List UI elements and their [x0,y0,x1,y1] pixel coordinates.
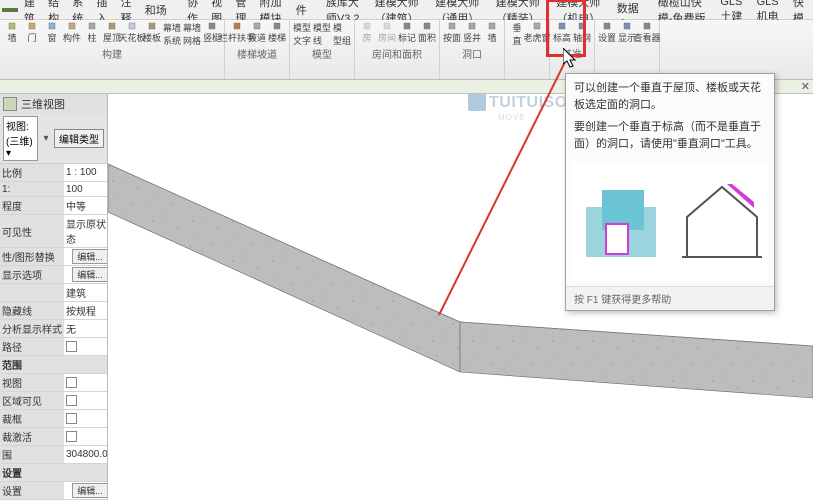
prop-value[interactable]: 显示原状态 [64,215,108,248]
prop-key: 路径 [0,338,64,356]
view-type-label: 三维视图 [21,96,65,112]
prop-value[interactable] [64,374,108,392]
grid-icon[interactable]: 轴网 [573,22,591,44]
door-icon[interactable]: 门 [23,22,41,44]
by-face-icon[interactable]: 按面 [443,22,461,44]
room-icon[interactable]: 房 [358,22,376,44]
prop-value[interactable]: 无 [64,320,108,338]
tooltip: 可以创建一个垂直于屋顶、楼板或天花板选定面的洞口。 要创建一个垂直于标高（而不是… [565,73,775,311]
prop-value[interactable]: 中等 [64,197,108,215]
tooltip-text: 可以创建一个垂直于屋顶、楼板或天花板选定面的洞口。 要创建一个垂直于标高（而不是… [566,74,774,158]
prop-value[interactable]: 100 [64,182,108,197]
properties-table: 比例1 : 1001:100程度中等可见性显示原状态性/图形替换编辑...显示选… [0,164,108,500]
model-text-icon[interactable]: 模型文字 [293,22,311,44]
prop-value[interactable]: 编辑... [64,266,108,284]
prop-value[interactable]: 304800.0 [64,446,108,464]
prop-key [0,284,64,302]
prop-key: 性/图形替换 [0,248,64,266]
wall-opening-icon[interactable]: 墙 [483,22,501,44]
prop-key: 隐藏线 [0,302,64,320]
tooltip-footer: 按 F1 键获得更多帮助 [566,286,774,310]
edit-button[interactable]: 编辑... [72,267,108,282]
dormer-icon[interactable]: 老虎窗 [528,22,546,44]
prop-value[interactable]: 建筑 [64,284,108,302]
prop-key: 可见性 [0,215,64,248]
model-group-icon[interactable]: 模型组 [333,22,351,44]
shaft-icon[interactable]: 竖井 [463,22,481,44]
dropdown-icon[interactable]: ▾ [40,133,52,144]
file-menu[interactable] [2,8,18,12]
window-icon[interactable]: 窗 [43,22,61,44]
prop-key: 区域可见 [0,392,64,410]
prop-value[interactable] [64,392,108,410]
prop-key: 裁激活 [0,428,64,446]
column-icon[interactable]: 柱 [83,22,101,44]
prop-key: 显示选项 [0,266,64,284]
ribbon-panel-label: 模型 [312,46,332,61]
prop-key: 程度 [0,197,64,215]
prop-key: 分析显示样式 [0,320,64,338]
prop-key: 裁框 [0,410,64,428]
type-dropdown[interactable]: 视图: (三维) ▾ [3,116,38,161]
prop-key: 视图 [0,374,64,392]
prop-value[interactable]: 按规程 [64,302,108,320]
prop-value[interactable] [64,428,108,446]
ramp-icon[interactable]: 坡道 [248,22,266,44]
menu-bar: 建筑 结构 系统 插入 注释 体量和场地 协作 视图 管理 附加模块 构件坞 族… [0,0,813,20]
component-icon[interactable]: 构件 [63,22,81,44]
prop-value[interactable] [64,410,108,428]
stair-icon[interactable]: 楼梯 [268,22,286,44]
ribbon-panel-label: 房间和面积 [372,46,422,61]
prop-value[interactable] [64,338,108,356]
edit-button[interactable]: 编辑... [72,249,108,264]
railing-icon[interactable]: 栏杆扶手 [228,22,246,44]
prop-value[interactable]: 编辑... [64,482,108,500]
prop-key: 围 [0,446,64,464]
ribbon: 墙门窗构件柱屋顶天花板楼板幕墙系统幕墙网格竖梃构建栏杆扶手坡道楼梯楼梯坡道模型文… [0,20,813,80]
edit-button[interactable]: 编辑... [72,483,108,498]
tag-room-icon[interactable]: 标记 [398,22,416,44]
prop-key: 比例 [0,164,64,182]
room-sep-icon[interactable]: 房间 [378,22,396,44]
curtain-sys-icon[interactable]: 幕墙系统 [163,22,181,44]
tooltip-illustration [572,162,768,282]
ribbon-panel-label: 构建 [102,46,122,61]
ribbon-panel-label: 楼梯坡道 [237,46,277,61]
prop-value[interactable]: 编辑... [64,248,108,266]
floor-icon[interactable]: 楼板 [143,22,161,44]
area-icon[interactable]: 面积 [418,22,436,44]
properties-panel: 三维视图 视图: (三维) ▾ ▾ 编辑类型 比例1 : 1001:100程度中… [0,94,108,500]
viewer-icon[interactable]: 查看器 [638,22,656,44]
prop-value[interactable]: 1 : 100 [64,164,108,182]
properties-type-selector[interactable]: 三维视图 [0,94,107,114]
wall-icon[interactable]: 墙 [3,22,21,44]
close-icon[interactable]: ✕ [801,80,810,93]
level-icon[interactable]: 标高 [553,22,571,44]
curtain-grid-icon[interactable]: 幕墙网格 [183,22,201,44]
prop-key: 1: [0,182,64,197]
ribbon-panel-label: 洞口 [462,46,482,61]
ceiling-icon[interactable]: 天花板 [123,22,141,44]
model-line-icon[interactable]: 模型线 [313,22,331,44]
set-icon[interactable]: 设置 [598,22,616,44]
view-type-icon [3,97,17,111]
prop-key: 设置 [0,482,64,500]
properties-type-row: 视图: (三维) ▾ ▾ 编辑类型 [0,114,107,164]
edit-type-button[interactable]: 编辑类型 [54,129,104,148]
ribbon-panel-label: 基准 [562,46,582,61]
